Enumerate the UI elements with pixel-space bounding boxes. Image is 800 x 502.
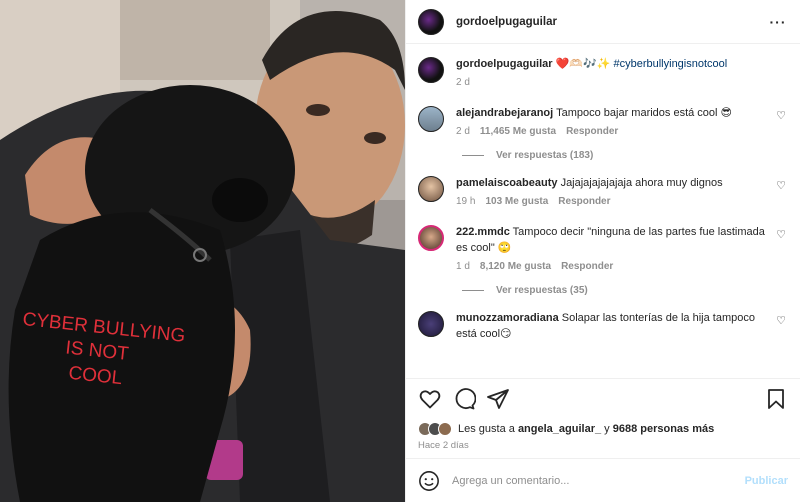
share-icon[interactable]: [486, 387, 510, 411]
more-icon[interactable]: ···: [768, 14, 788, 30]
heart-icon[interactable]: [418, 387, 442, 411]
comment-text: Tampoco bajar maridos está cool 😎: [556, 107, 733, 119]
caption-username[interactable]: gordoelpugaguilar: [456, 58, 553, 70]
caption-text: ❤️🫶🏻🎶✨: [555, 58, 611, 70]
comment-item: munozzamoradiana Solapar las tonterías d…: [418, 310, 788, 342]
liker-avatars: [418, 422, 452, 436]
comment-item: pamelaiscoabeauty Jajajajajajajaja ahora…: [418, 175, 788, 210]
view-replies-button[interactable]: Ver respuestas (35): [462, 285, 788, 296]
divider: [462, 290, 484, 291]
liker-avatar: [438, 422, 452, 436]
comment-time: 19 h: [456, 196, 476, 207]
likes-connector: y: [604, 423, 610, 435]
comment-likes[interactable]: 11,465 Me gusta: [480, 124, 556, 140]
heart-icon[interactable]: ♡: [774, 179, 788, 192]
caption-time: 2 d: [456, 77, 470, 88]
view-replies-label: Ver respuestas (35): [496, 285, 588, 296]
comments-list[interactable]: gordoelpugaguilar ❤️🫶🏻🎶✨ #cyberbullyingi…: [406, 44, 800, 378]
comment-username[interactable]: alejandrabejaranoj: [456, 107, 553, 119]
reply-button[interactable]: Responder: [558, 194, 610, 210]
heart-icon[interactable]: ♡: [774, 314, 788, 327]
comment-input[interactable]: [452, 474, 745, 487]
comment-time: 1 d: [456, 261, 470, 272]
comment-username[interactable]: munozzamoradiana: [456, 312, 559, 324]
comment-username[interactable]: 222.mmdc: [456, 226, 510, 238]
caption-avatar[interactable]: [418, 57, 444, 83]
likes-summary[interactable]: Les gusta a angela_aguilar_ y 9688 perso…: [406, 418, 800, 440]
caption-hashtag[interactable]: #cyberbullyingisnotcool: [613, 58, 727, 70]
post-photo-illustration: CYBER BULLYING IS NOT COOL: [0, 0, 405, 502]
comment-avatar[interactable]: [418, 311, 444, 337]
heart-icon[interactable]: ♡: [774, 109, 788, 122]
likes-others[interactable]: 9688 personas más: [613, 423, 715, 435]
comment-icon[interactable]: [452, 387, 476, 411]
post-actions: [406, 378, 800, 418]
post-time: Hace 2 días: [418, 440, 469, 451]
bookmark-icon[interactable]: [764, 387, 788, 411]
reply-button[interactable]: Responder: [561, 259, 613, 275]
comment-avatar[interactable]: [418, 176, 444, 202]
post-header: gordoelpugaguilar ···: [406, 0, 800, 44]
comment-text: Jajajajajajajaja ahora muy dignos: [560, 177, 723, 189]
reply-button[interactable]: Responder: [566, 124, 618, 140]
comment-avatar[interactable]: [418, 225, 444, 251]
comment-item: 222.mmdc Tampoco decir "ninguna de las p…: [418, 224, 788, 275]
post-photo[interactable]: CYBER BULLYING IS NOT COOL: [0, 0, 405, 502]
divider: [462, 155, 484, 156]
post-modal: CYBER BULLYING IS NOT COOL gordoelpugagu…: [0, 0, 800, 502]
add-comment-bar: Publicar: [406, 458, 800, 502]
view-replies-button[interactable]: Ver respuestas (183): [462, 150, 788, 161]
comment-likes[interactable]: 8,120 Me gusta: [480, 259, 551, 275]
heart-icon[interactable]: ♡: [774, 228, 788, 241]
comment-likes[interactable]: 103 Me gusta: [485, 194, 548, 210]
view-replies-label: Ver respuestas (183): [496, 150, 594, 161]
likes-user[interactable]: angela_aguilar_: [518, 423, 601, 435]
author-avatar[interactable]: [418, 8, 444, 35]
comment-item: alejandrabejaranoj Tampoco bajar maridos…: [418, 105, 788, 140]
publish-button[interactable]: Publicar: [745, 475, 788, 487]
comment-username[interactable]: pamelaiscoabeauty: [456, 177, 558, 189]
likes-prefix: Les gusta a: [458, 423, 515, 435]
author-username[interactable]: gordoelpugaguilar: [456, 16, 768, 28]
comment-time: 2 d: [456, 126, 470, 137]
emoji-icon[interactable]: [418, 470, 440, 492]
caption: gordoelpugaguilar ❤️🫶🏻🎶✨ #cyberbullyingi…: [418, 56, 788, 91]
post-side-panel: gordoelpugaguilar ··· gordoelpugaguilar …: [405, 0, 800, 502]
comment-avatar[interactable]: [418, 106, 444, 132]
